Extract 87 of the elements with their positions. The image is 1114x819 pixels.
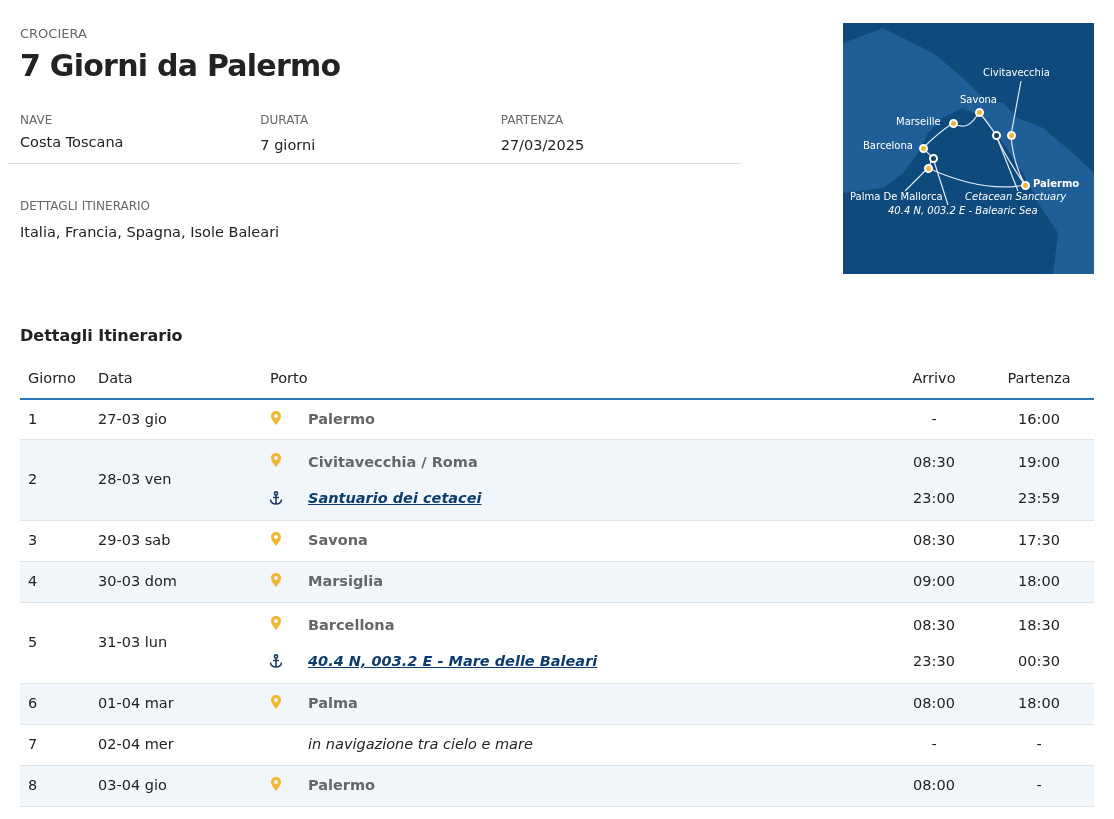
location-pin-icon: [271, 695, 281, 710]
port-name: Palermo: [308, 777, 376, 794]
day-number: 2: [28, 471, 38, 488]
port-name: Barcellona: [308, 617, 395, 633]
field-value: 27/03/2025: [500, 136, 586, 155]
sea-day-note: in navigazione tra cielo e mare: [308, 736, 533, 753]
arrival-time: -: [931, 736, 937, 753]
date-text: 30-03 dom: [98, 573, 177, 590]
anchor-icon: [269, 653, 283, 668]
map-label: Civitavecchia: [983, 67, 1050, 79]
column-header: Arrivo: [912, 370, 956, 386]
arrival-time: 08:30: [913, 454, 955, 470]
field-value: Italia, Francia, Spagna, Isole Baleari: [20, 223, 281, 242]
date-text: 28-03 ven: [98, 471, 172, 488]
arrival-time: 08:30: [913, 617, 955, 633]
map-label: Barcelona: [863, 140, 913, 152]
field-label: DURATA: [260, 112, 310, 129]
departure-time: 23:59: [1018, 489, 1060, 506]
day-number: 6: [28, 695, 38, 712]
date-text: 01-04 mar: [98, 695, 174, 712]
date-text: 02-04 mer: [98, 736, 174, 753]
location-pin-icon: [271, 532, 281, 547]
column-header: Partenza: [1007, 370, 1071, 386]
waypoint-marker-icon: [991, 130, 1001, 140]
anchorage-link[interactable]: 40.4 N, 003.2 E - Mare delle Baleari: [308, 652, 598, 669]
waypoint-marker-icon: [928, 153, 938, 163]
arrival-time: 23:30: [913, 652, 955, 669]
arrival-time: -: [931, 410, 937, 427]
date-text: 03-04 gio: [98, 777, 167, 794]
day-number: 7: [28, 736, 38, 753]
departure-time: 18:30: [1018, 617, 1060, 633]
port-marker-icon: [923, 163, 933, 173]
departure-time: 18:00: [1018, 573, 1060, 590]
field-label: PARTENZA: [500, 112, 565, 129]
date-text: 29-03 sab: [98, 532, 171, 549]
port-marker-icon: [1006, 130, 1016, 140]
location-pin-icon: [271, 777, 281, 792]
location-pin-icon: [271, 573, 281, 588]
map-label: Cetacean Sanctuary: [965, 191, 1067, 203]
port-marker-icon: [918, 143, 928, 153]
date-text: 27-03 gio: [98, 410, 167, 427]
departure-time: 18:00: [1018, 695, 1060, 712]
map-label: Palma De Mallorca: [850, 191, 943, 203]
arrival-time: 08:00: [913, 777, 955, 794]
section-title: Dettagli Itinerario: [20, 325, 184, 347]
port-marker-icon: [948, 118, 958, 128]
location-pin-icon: [271, 615, 281, 630]
arrival-time: 23:00: [913, 489, 955, 506]
port-name: Palma: [308, 695, 358, 712]
departure-time: 16:00: [1018, 410, 1060, 427]
arrival-time: 08:00: [913, 695, 955, 712]
day-number: 1: [28, 410, 38, 427]
port-name: Civitavecchia / Roma: [308, 454, 478, 470]
departure-time: -: [1036, 736, 1042, 753]
port-name: Palermo: [308, 410, 376, 427]
anchorage-link[interactable]: Santuario dei cetacei: [308, 489, 482, 506]
port-name: Savona: [308, 532, 368, 549]
map-label: Savona: [960, 94, 997, 106]
day-number: 5: [28, 634, 38, 651]
column-header: Data: [98, 370, 133, 386]
column-header: Porto: [270, 370, 308, 386]
map-label: Marseille: [896, 116, 941, 128]
departure-time: -: [1036, 777, 1042, 794]
port-marker-icon: [1020, 180, 1030, 190]
field-value: Costa Toscana: [20, 133, 125, 152]
location-pin-icon: [271, 410, 281, 425]
day-number: 4: [28, 573, 38, 590]
field-value: 7 giorni: [260, 136, 317, 155]
location-pin-icon: [271, 452, 281, 467]
date-text: 31-03 lun: [98, 634, 168, 651]
departure-time: 00:30: [1018, 652, 1060, 669]
field-label: NAVE: [20, 112, 54, 129]
departure-time: 19:00: [1018, 454, 1060, 470]
anchor-icon: [269, 490, 283, 505]
arrival-time: 09:00: [913, 573, 955, 590]
arrival-time: 08:30: [913, 532, 955, 549]
day-number: 3: [28, 532, 38, 549]
map-label: Palermo: [1033, 178, 1080, 190]
eyebrow-label: CROCIERA: [20, 25, 88, 43]
day-number: 8: [28, 777, 38, 794]
port-marker-icon: [974, 107, 984, 117]
column-header: Giorno: [28, 370, 76, 386]
map-label: 40.4 N, 003.2 E - Balearic Sea: [888, 205, 1038, 217]
page-title: 7 Giorni da Palermo: [20, 47, 342, 85]
field-label: DETTAGLI ITINERARIO: [20, 198, 152, 215]
departure-time: 17:30: [1018, 532, 1060, 549]
port-name: Marsiglia: [308, 573, 384, 590]
